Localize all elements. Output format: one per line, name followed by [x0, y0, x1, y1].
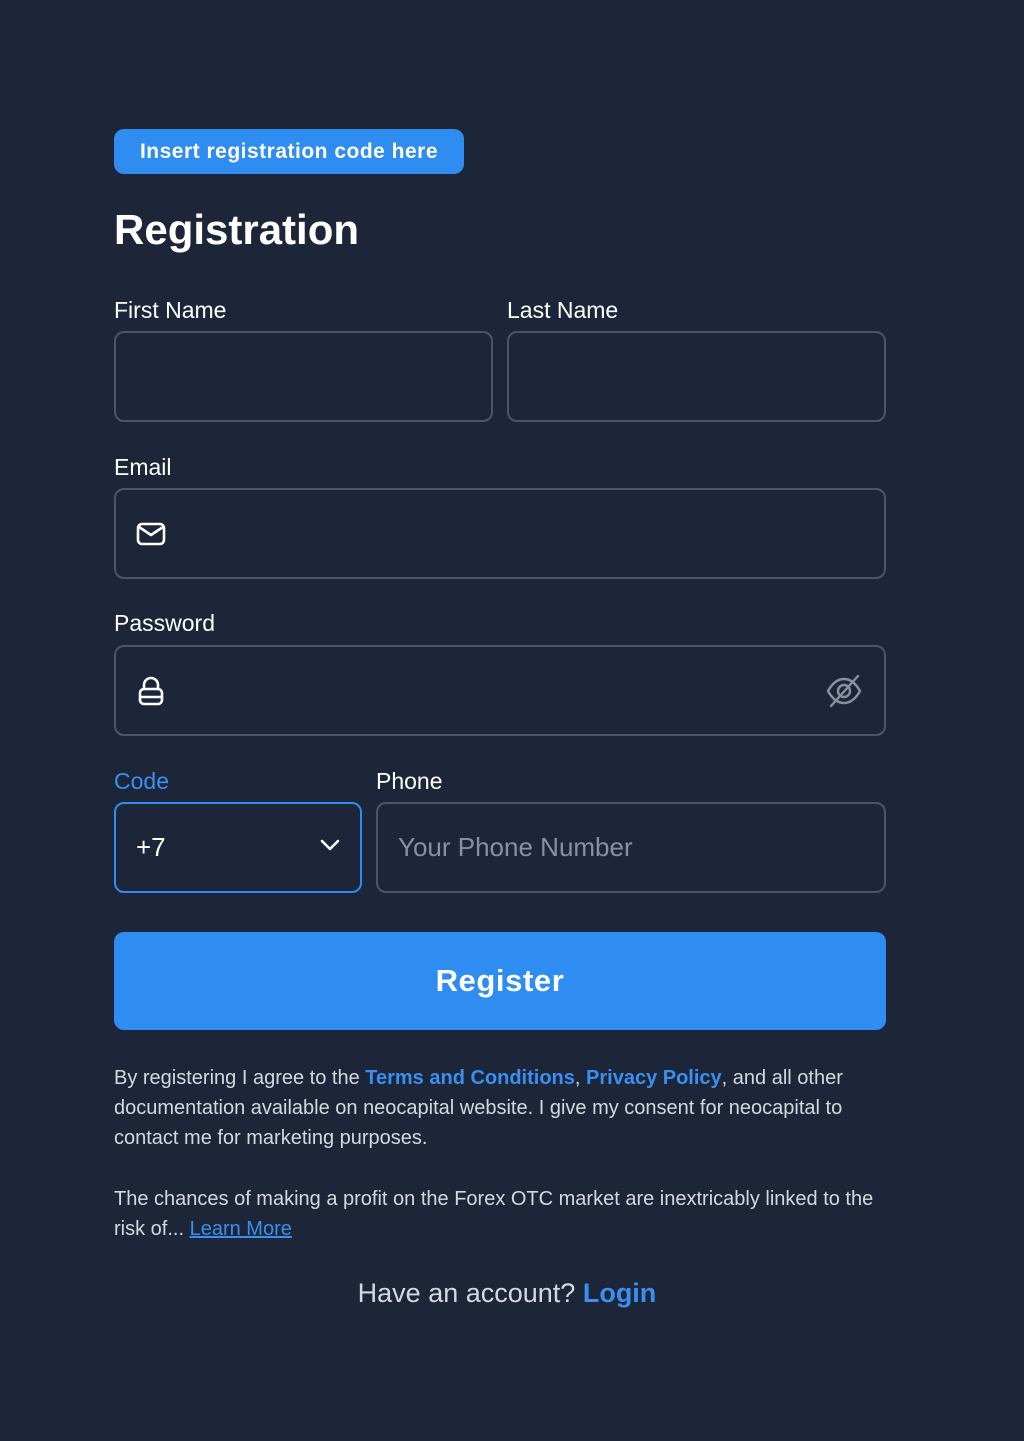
eye-off-icon[interactable]: [824, 671, 864, 711]
country-code-value: +7: [136, 832, 166, 862]
last-name-field[interactable]: [507, 331, 886, 422]
code-label: Code: [114, 768, 169, 794]
password-label: Password: [114, 610, 215, 636]
registration-page: Insert registration code here Registrati…: [0, 0, 1024, 1441]
email-input[interactable]: [168, 490, 884, 577]
email-label: Email: [114, 454, 172, 480]
mail-icon: [134, 517, 168, 551]
country-code-select[interactable]: +7: [114, 802, 362, 893]
page-title: Registration: [114, 206, 360, 253]
last-name-input[interactable]: [509, 333, 884, 420]
consent-separator: ,: [574, 1067, 587, 1089]
phone-input[interactable]: [378, 804, 884, 891]
first-name-label: First Name: [114, 297, 227, 323]
learn-more-link[interactable]: Learn More: [190, 1218, 292, 1240]
lock-icon: [134, 674, 168, 708]
phone-field[interactable]: [376, 802, 886, 893]
first-name-field[interactable]: [114, 331, 493, 422]
privacy-policy-link[interactable]: Privacy Policy: [586, 1067, 722, 1089]
register-button[interactable]: Register: [114, 932, 886, 1030]
login-link[interactable]: Login: [583, 1278, 656, 1308]
first-name-input[interactable]: [116, 333, 491, 420]
insert-registration-code-button[interactable]: Insert registration code here: [114, 129, 464, 174]
phone-label: Phone: [376, 768, 443, 794]
terms-and-conditions-link[interactable]: Terms and Conditions: [365, 1067, 575, 1089]
have-account-prompt: Have an account?: [357, 1278, 583, 1308]
consent-text: By registering I agree to the Terms and …: [114, 1063, 886, 1153]
have-account-line: Have an account? Login: [0, 1278, 1014, 1309]
password-input[interactable]: [168, 647, 824, 734]
email-field[interactable]: [114, 488, 886, 579]
chevron-down-icon: [318, 833, 342, 862]
password-field[interactable]: [114, 645, 886, 736]
risk-disclaimer: The chances of making a profit on the Fo…: [114, 1184, 886, 1244]
last-name-label: Last Name: [507, 297, 619, 323]
consent-prefix: By registering I agree to the: [114, 1067, 366, 1089]
